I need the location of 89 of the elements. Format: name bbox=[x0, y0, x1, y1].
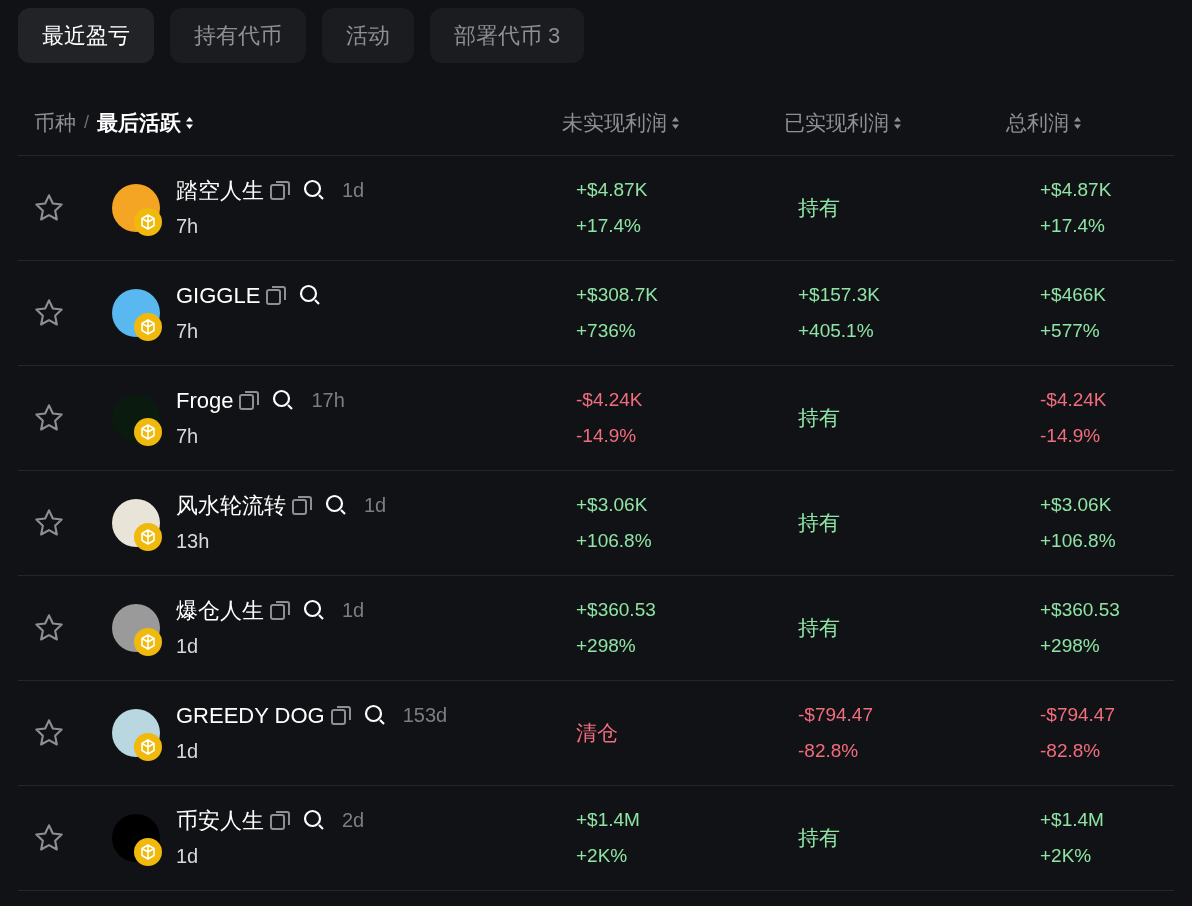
chain-badge-icon bbox=[134, 628, 162, 656]
profit-amount: +$4.87K bbox=[576, 178, 649, 202]
token-age: 2d bbox=[342, 808, 365, 833]
profit-percent: +298% bbox=[576, 634, 637, 658]
copy-icon[interactable] bbox=[237, 388, 262, 412]
profit-amount: +$1.4M bbox=[1040, 808, 1104, 832]
last-active-time: 1d bbox=[176, 739, 200, 764]
profit-percent: +17.4% bbox=[1040, 214, 1106, 238]
position-status: 持有 bbox=[798, 196, 840, 220]
chain-badge-icon bbox=[134, 208, 162, 236]
token-name[interactable]: 币安人生 bbox=[176, 803, 264, 837]
profit-amount: +$466K bbox=[1040, 283, 1107, 307]
tab[interactable]: 活动 bbox=[322, 8, 414, 63]
profit-amount: -$794.47 bbox=[798, 703, 874, 727]
chain-badge-icon bbox=[134, 523, 162, 551]
column-header[interactable]: 最后活跃 bbox=[97, 106, 194, 139]
search-icon[interactable] bbox=[324, 493, 348, 517]
header-separator: / bbox=[84, 111, 89, 134]
profit-percent: +106.8% bbox=[1040, 529, 1116, 553]
sort-icon bbox=[671, 114, 680, 131]
chain-badge-icon bbox=[134, 418, 162, 446]
tab[interactable]: 持有代币 bbox=[170, 8, 306, 63]
token-name[interactable]: GREEDY DOG bbox=[176, 698, 325, 732]
copy-icon[interactable] bbox=[268, 598, 292, 622]
position-status: 清仓 bbox=[576, 721, 618, 745]
chain-badge-icon bbox=[134, 733, 162, 761]
search-icon[interactable] bbox=[302, 598, 326, 622]
token-age: 17h bbox=[311, 388, 345, 413]
tab[interactable]: 部署代币 3 bbox=[430, 8, 585, 63]
profit-percent: +2K% bbox=[576, 844, 629, 868]
profit-amount: +$360.53 bbox=[576, 598, 657, 622]
token-age: 153d bbox=[402, 703, 448, 728]
profit-percent: -82.8% bbox=[1040, 739, 1102, 763]
profit-amount: -$4.24K bbox=[1040, 388, 1107, 412]
token-age: 1d bbox=[342, 598, 365, 623]
profit-amount: +$308.7K bbox=[576, 283, 659, 307]
search-icon[interactable] bbox=[302, 808, 326, 832]
search-icon[interactable] bbox=[362, 703, 387, 727]
sort-icon bbox=[1073, 114, 1082, 131]
token-name[interactable]: 风水轮流转 bbox=[176, 488, 286, 522]
chain-badge-icon bbox=[134, 838, 162, 866]
position-status: 持有 bbox=[798, 616, 840, 640]
profit-percent: +106.8% bbox=[576, 529, 653, 553]
position-status: 持有 bbox=[798, 826, 840, 850]
profit-percent: +736% bbox=[576, 319, 637, 343]
profit-percent: -14.9% bbox=[576, 424, 638, 448]
profit-amount: +$4.87K bbox=[1040, 178, 1112, 202]
profit-amount: +$1.4M bbox=[576, 808, 641, 832]
tab[interactable]: 最近盈亏 bbox=[18, 8, 154, 63]
token-name[interactable]: 爆仓人生 bbox=[176, 593, 264, 627]
profit-percent: +405.1% bbox=[798, 319, 875, 343]
column-header[interactable]: 总利润 bbox=[1006, 106, 1082, 139]
profit-amount: +$157.3K bbox=[798, 283, 881, 307]
profit-percent: -14.9% bbox=[1040, 424, 1102, 448]
token-name[interactable]: GIGGLE bbox=[176, 278, 261, 312]
profit-percent: +577% bbox=[1040, 319, 1101, 343]
last-active-time: 7h bbox=[176, 319, 200, 344]
profit-amount: +$3.06K bbox=[576, 493, 649, 517]
profit-amount: -$4.24K bbox=[576, 388, 644, 412]
profit-amount: -$794.47 bbox=[1040, 703, 1115, 727]
token-age: 1d bbox=[342, 178, 365, 203]
last-active-time: 1d bbox=[176, 844, 200, 869]
last-active-time: 13h bbox=[176, 529, 211, 554]
column-header[interactable]: 未实现利润 bbox=[562, 106, 784, 139]
last-active-time: 1d bbox=[176, 634, 200, 659]
profit-percent: +17.4% bbox=[576, 214, 642, 238]
copy-icon[interactable] bbox=[328, 703, 353, 727]
last-active-time: 7h bbox=[176, 214, 200, 239]
profit-amount: +$3.06K bbox=[1040, 493, 1113, 517]
copy-icon[interactable] bbox=[264, 283, 289, 307]
token-age: 1d bbox=[364, 493, 387, 518]
token-name[interactable]: 踏空人生 bbox=[176, 173, 264, 207]
token-name[interactable]: Froge bbox=[176, 383, 234, 417]
search-icon[interactable] bbox=[302, 178, 326, 202]
sort-icon bbox=[893, 114, 902, 131]
column-header: 币种 bbox=[34, 109, 76, 136]
chain-badge-icon bbox=[134, 313, 162, 341]
column-header[interactable]: 已实现利润 bbox=[784, 106, 1006, 139]
profit-percent: -82.8% bbox=[798, 739, 860, 763]
copy-icon[interactable] bbox=[268, 808, 292, 832]
position-status: 持有 bbox=[798, 511, 840, 535]
position-status: 持有 bbox=[798, 406, 840, 430]
copy-icon[interactable] bbox=[268, 178, 292, 202]
profit-percent: +2K% bbox=[1040, 844, 1093, 868]
copy-icon[interactable] bbox=[290, 493, 314, 517]
profit-amount: +$360.53 bbox=[1040, 598, 1120, 622]
profit-percent: +298% bbox=[1040, 634, 1101, 658]
sort-icon bbox=[185, 114, 194, 131]
last-active-time: 7h bbox=[176, 424, 200, 449]
